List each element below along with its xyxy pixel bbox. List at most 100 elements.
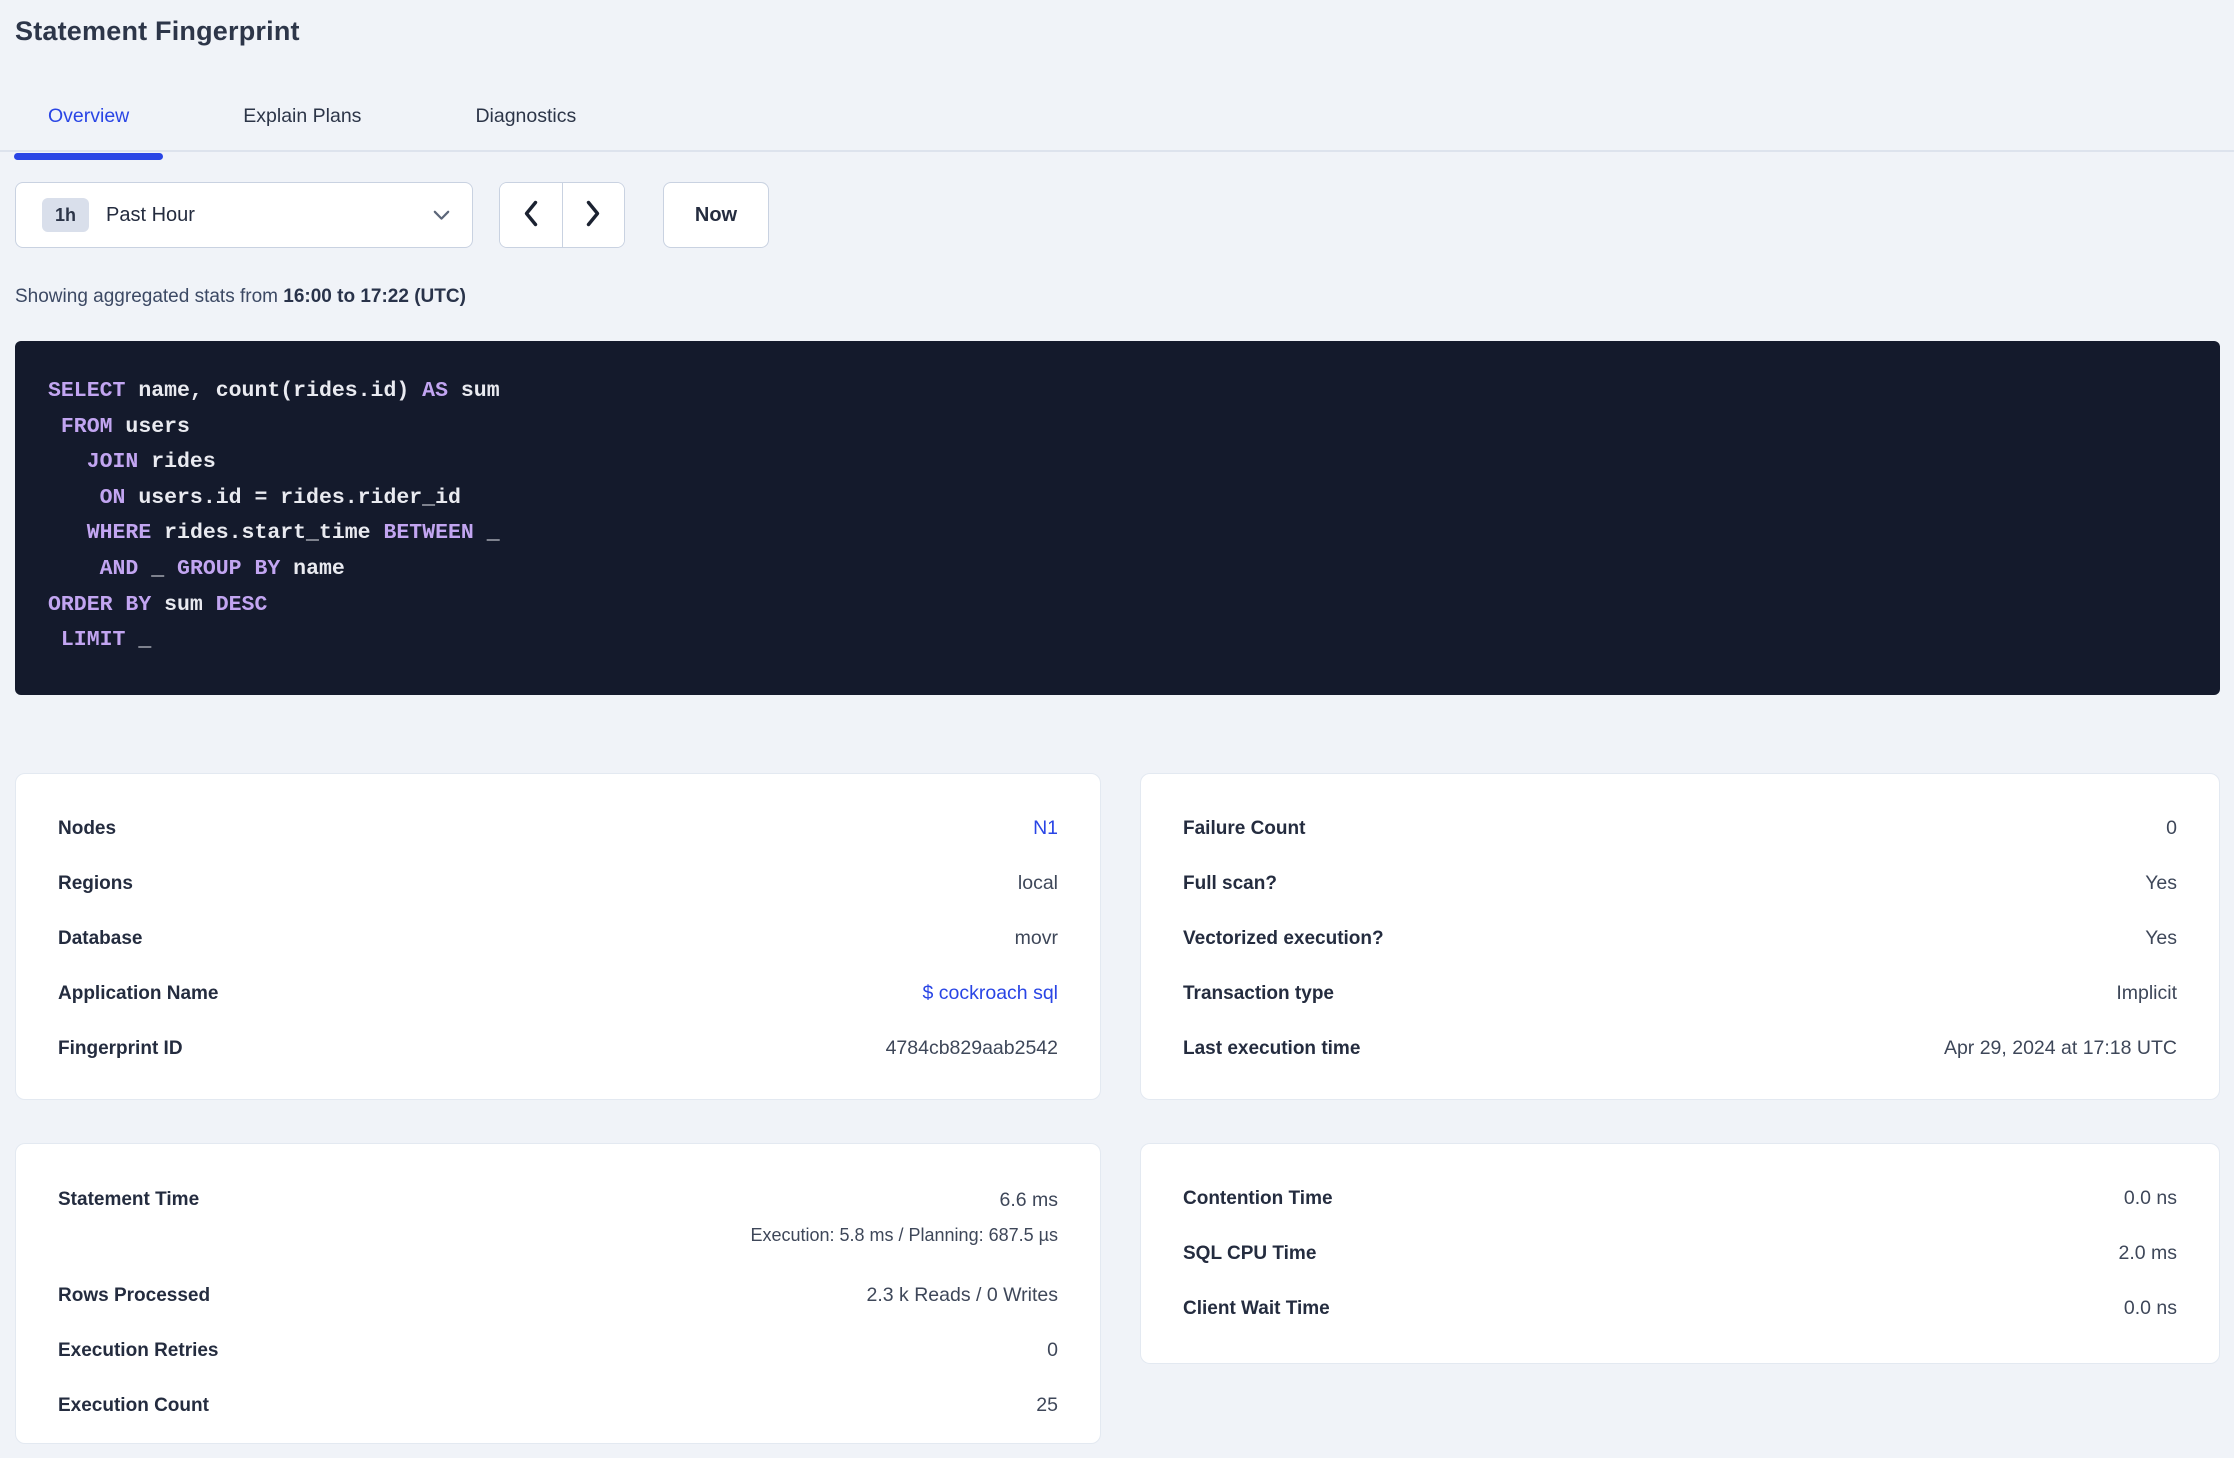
stat-value: 0.0 ns [2123,1297,2177,1319]
statement-stats-card: Statement Time 6.6 ms Execution: 5.8 ms / … [15,1143,1101,1444]
sql-text: _ [125,628,152,653]
sql-line: LIMIT _ [48,623,2200,659]
sql-text: _ [473,521,500,546]
stat-row: Execution Count 25 [58,1378,1058,1433]
sql-keyword: ON [99,485,126,510]
stat-value: 6.6 ms [999,1189,1058,1211]
stat-value: Apr 29, 2024 at 17:18 UTC [1943,1037,2177,1059]
sql-text: _ [138,556,178,581]
previous-interval-button[interactable] [500,183,563,247]
sql-keyword: LIMIT [60,628,126,653]
tab-diagnostics[interactable]: Diagnostics [441,97,610,158]
stat-row: Client Wait Time 0.0 ns [1183,1281,2177,1336]
stat-row: Regions local [58,856,1058,911]
stat-value-wrap: 2.3 k Reads / 0 Writes [867,1284,1058,1307]
stat-value: movr [1014,927,1058,949]
time-range-label: Past Hour [106,203,195,226]
stat-label: Nodes [58,817,117,839]
stat-value-wrap: local [1018,872,1058,895]
tab-overview[interactable]: Overview [14,97,164,160]
stats-period-prefix: Showing aggregated stats from [15,286,284,307]
sql-keyword: AS [422,379,448,403]
stat-label: Vectorized execution? [1183,927,1384,949]
stat-value-wrap: 0.0 ns [2124,1297,2177,1320]
value-link[interactable]: $ cockroach sql [923,982,1058,1005]
stats-period-range: 16:00 to 17:22 (UTC) [283,286,466,307]
sql-keyword: ORDER BY [48,592,152,617]
stat-value-wrap: Apr 29, 2024 at 17:18 UTC [1944,1037,2177,1060]
sql-keyword: BETWEEN [383,521,474,546]
stat-row: Full scan? Yes [1183,856,2177,911]
stat-value-wrap: Yes [2145,872,2177,895]
sql-line: AND _ GROUP BY name [48,552,2200,588]
stat-value-wrap: Yes [2145,927,2177,950]
sql-statement-box: SELECT name, count(rides.id) AS sum FROM… [15,341,2220,695]
stat-value: 0.0 ns [2123,1187,2177,1209]
stat-subvalue: Execution: 5.8 ms / Planning: 687.5 µs [750,1225,1058,1245]
sql-line: SELECT name, count(rides.id) AS sum [48,374,2200,410]
stat-row: Database movr [58,911,1058,966]
now-button[interactable]: Now [663,182,769,248]
stat-row: SQL CPU Time 2.0 ms [1183,1226,2177,1281]
stat-row: Vectorized execution? Yes [1183,911,2177,966]
sql-text: sum [447,379,500,403]
stat-row: Rows Processed 2.3 k Reads / 0 Writes [58,1268,1058,1323]
stat-value-wrap: 6.6 ms Execution: 5.8 ms / Planning: 687.… [750,1180,1058,1250]
stats-period-text: Showing aggregated stats from 16:00 to 1… [15,286,466,308]
stat-label: Last execution time [1183,1037,1361,1059]
stat-value-wrap: 0 [2166,817,2177,840]
chevron-left-icon [523,200,539,230]
chevron-right-icon [585,200,601,230]
sql-text: name [280,556,345,581]
sql-text: name, count(rides.id) [125,379,423,403]
stat-value: 0 [1047,1339,1058,1361]
stat-label: SQL CPU Time [1183,1242,1317,1264]
stat-row: Execution Retries 0 [58,1323,1058,1378]
stat-value: 25 [1036,1394,1058,1416]
sql-text: users [112,414,190,439]
overview-card: Nodes N1 Regions local Database movr Applicati… [15,773,1101,1100]
stat-row: Nodes N1 [58,801,1058,856]
stat-label: Statement Time [58,1189,200,1210]
stat-value: Yes [2145,927,2177,949]
stat-row: Statement Time 6.6 ms Execution: 5.8 ms / … [58,1180,1058,1268]
time-range-dropdown[interactable]: 1h Past Hour [15,182,473,248]
next-interval-button[interactable] [562,183,624,247]
stat-label: Client Wait Time [1183,1297,1330,1319]
sql-line: JOIN rides [48,445,2200,481]
stat-row: Application Name $ cockroach sql [58,966,1058,1021]
sql-keyword: SELECT [48,379,126,403]
stat-value: 4784cb829aab2542 [885,1037,1058,1059]
stat-value-wrap: 0.0 ns [2124,1187,2177,1210]
stat-value: 0 [2166,817,2177,839]
stat-value-wrap: N1 [1033,817,1058,840]
value-link[interactable]: N1 [1033,817,1058,840]
sql-keyword: JOIN [86,450,139,475]
stat-value: 2.0 ms [2118,1242,2177,1264]
sql-line: ON users.id = rides.rider_id [48,481,2200,517]
time-controls: 1h Past Hour Now [15,182,769,248]
time-range-badge: 1h [42,198,90,232]
stat-value-wrap: 0 [1047,1339,1058,1362]
sql-keyword: AND [99,556,139,581]
sql-text: rides.start_time [151,521,384,546]
stat-row: Contention Time 0.0 ns [1183,1171,2177,1226]
stat-label: Full scan? [1183,872,1277,894]
stat-label: Fingerprint ID [58,1037,183,1059]
stat-label: Execution Retries [58,1339,219,1361]
sql-keyword: FROM [60,414,113,439]
stat-value-wrap: 4784cb829aab2542 [886,1037,1058,1060]
stat-value-wrap: 25 [1036,1394,1058,1417]
stat-label: Database [58,927,143,949]
tab-bar: Overview Explain Plans Diagnostics [0,97,2234,160]
time-stats-card: Contention Time 0.0 ns SQL CPU Time 2.0 ms C… [1140,1143,2220,1364]
stat-value-wrap: Implicit [2116,982,2177,1005]
tab-explain-plans[interactable]: Explain Plans [209,97,395,158]
sql-line: FROM users [48,410,2200,446]
stat-label: Execution Count [58,1394,209,1416]
stat-label: Transaction type [1183,982,1334,1004]
stat-value-wrap: movr [1015,927,1058,950]
